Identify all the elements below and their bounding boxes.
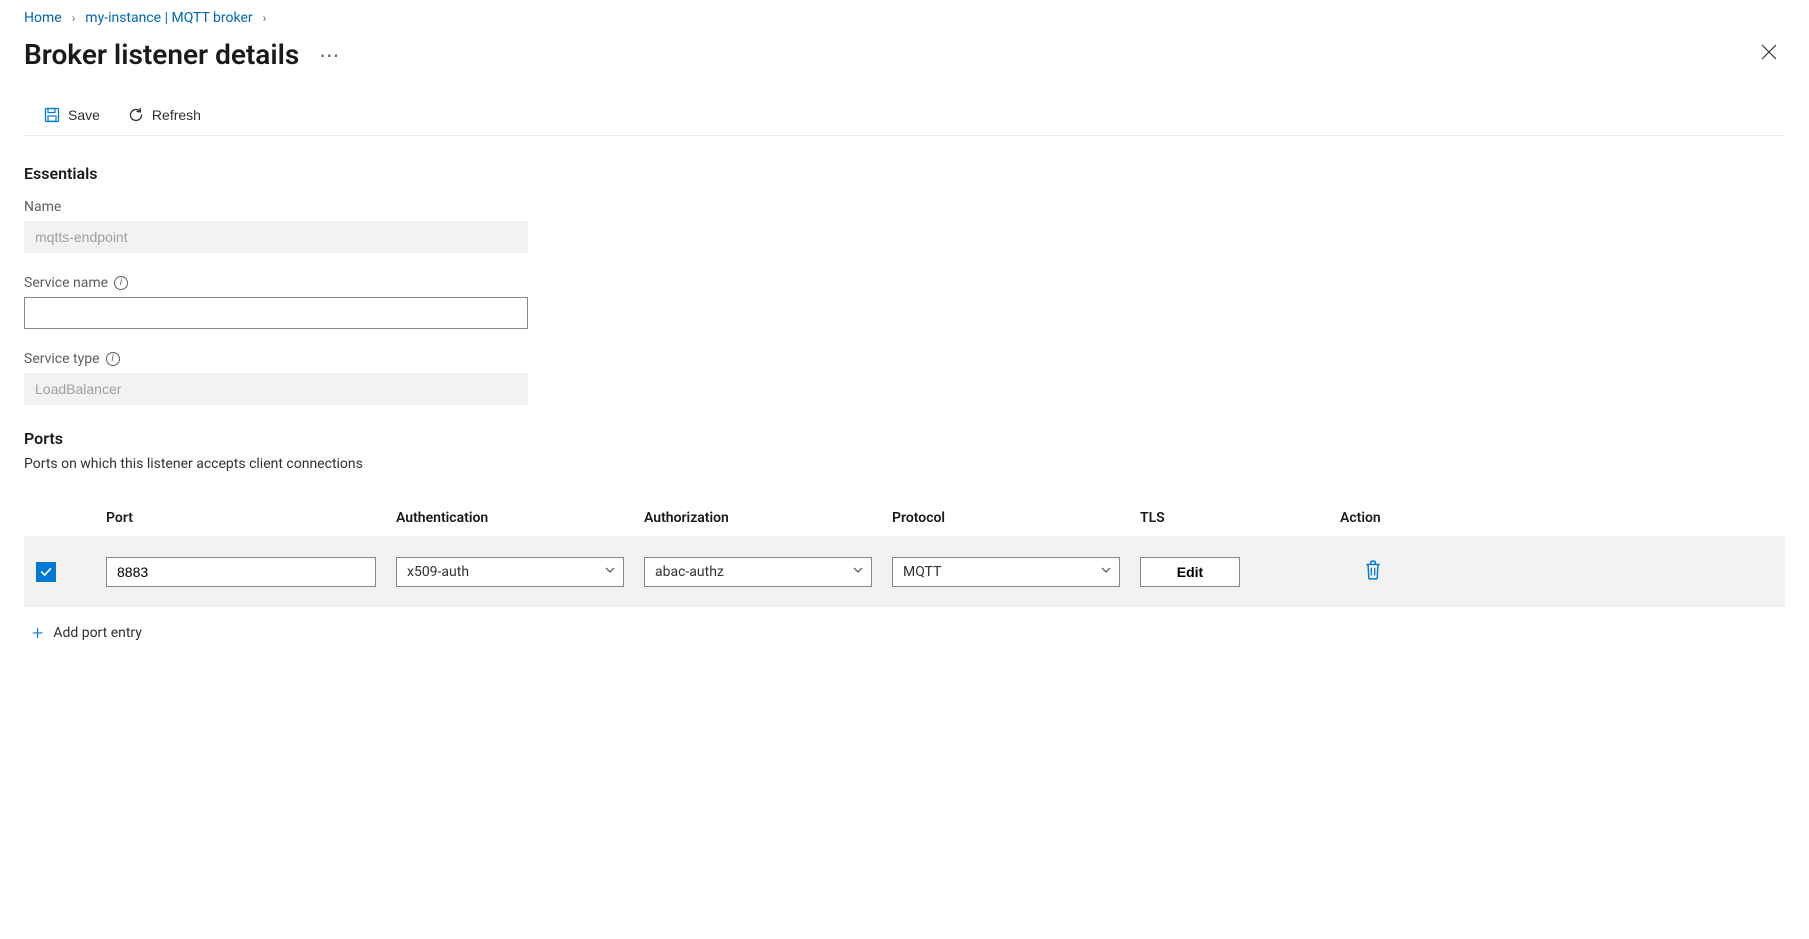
name-label-text: Name	[24, 199, 61, 215]
close-button[interactable]	[1753, 39, 1785, 70]
service-name-input[interactable]	[24, 297, 528, 329]
save-label: Save	[68, 107, 100, 123]
name-input	[24, 221, 528, 253]
add-port-label: Add port entry	[53, 625, 142, 641]
breadcrumb-instance[interactable]: my-instance | MQTT broker	[85, 10, 252, 26]
add-port-entry-button[interactable]: + Add port entry	[24, 607, 150, 659]
essentials-heading: Essentials	[24, 164, 1785, 183]
service-type-input	[24, 373, 528, 405]
ports-heading: Ports	[24, 429, 1785, 448]
authorization-value: abac-authz	[655, 564, 724, 580]
refresh-label: Refresh	[152, 107, 201, 123]
col-protocol: Protocol	[892, 510, 1140, 526]
col-port: Port	[106, 510, 396, 526]
col-tls: TLS	[1140, 510, 1340, 526]
title-row: Broker listener details ⋯	[24, 32, 1785, 95]
info-icon[interactable]: i	[114, 276, 128, 290]
authentication-value: x509-auth	[407, 564, 469, 580]
service-name-field: Service name i	[24, 275, 528, 329]
chevron-right-icon: ›	[72, 11, 76, 25]
info-icon[interactable]: i	[106, 352, 120, 366]
col-action: Action	[1340, 510, 1773, 526]
checkmark-icon	[39, 565, 53, 579]
tls-edit-button[interactable]: Edit	[1140, 557, 1240, 587]
protocol-value: MQTT	[903, 564, 941, 580]
authentication-select[interactable]: x509-auth	[396, 557, 624, 587]
chevron-right-icon: ›	[263, 11, 267, 25]
breadcrumb-home[interactable]: Home	[24, 10, 62, 26]
save-button[interactable]: Save	[40, 103, 104, 127]
trash-icon	[1364, 560, 1382, 580]
save-icon	[44, 107, 60, 123]
row-checkbox[interactable]	[36, 562, 56, 582]
protocol-select[interactable]: MQTT	[892, 557, 1120, 587]
service-name-label-text: Service name	[24, 275, 108, 291]
service-name-label: Service name i	[24, 275, 528, 291]
ports-description: Ports on which this listener accepts cli…	[24, 456, 1785, 472]
more-actions-button[interactable]: ⋯	[319, 43, 341, 67]
refresh-icon	[128, 107, 144, 123]
page-title: Broker listener details	[24, 38, 299, 71]
breadcrumb: Home › my-instance | MQTT broker ›	[24, 0, 1785, 32]
service-type-label: Service type i	[24, 351, 528, 367]
ports-table-header: Port Authentication Authorization Protoc…	[24, 500, 1785, 536]
table-row: x509-auth abac-authz MQTT	[24, 536, 1785, 607]
service-type-field: Service type i	[24, 351, 528, 405]
name-label: Name	[24, 199, 528, 215]
col-authorization: Authorization	[644, 510, 892, 526]
authorization-select[interactable]: abac-authz	[644, 557, 872, 587]
delete-row-button[interactable]	[1360, 556, 1386, 587]
col-authentication: Authentication	[396, 510, 644, 526]
port-input[interactable]	[106, 557, 376, 587]
close-icon	[1761, 44, 1777, 60]
service-type-label-text: Service type	[24, 351, 100, 367]
plus-icon: +	[32, 621, 43, 645]
command-bar: Save Refresh	[24, 95, 1785, 136]
ports-table: Port Authentication Authorization Protoc…	[24, 500, 1785, 607]
name-field: Name	[24, 199, 528, 253]
refresh-button[interactable]: Refresh	[124, 103, 205, 127]
